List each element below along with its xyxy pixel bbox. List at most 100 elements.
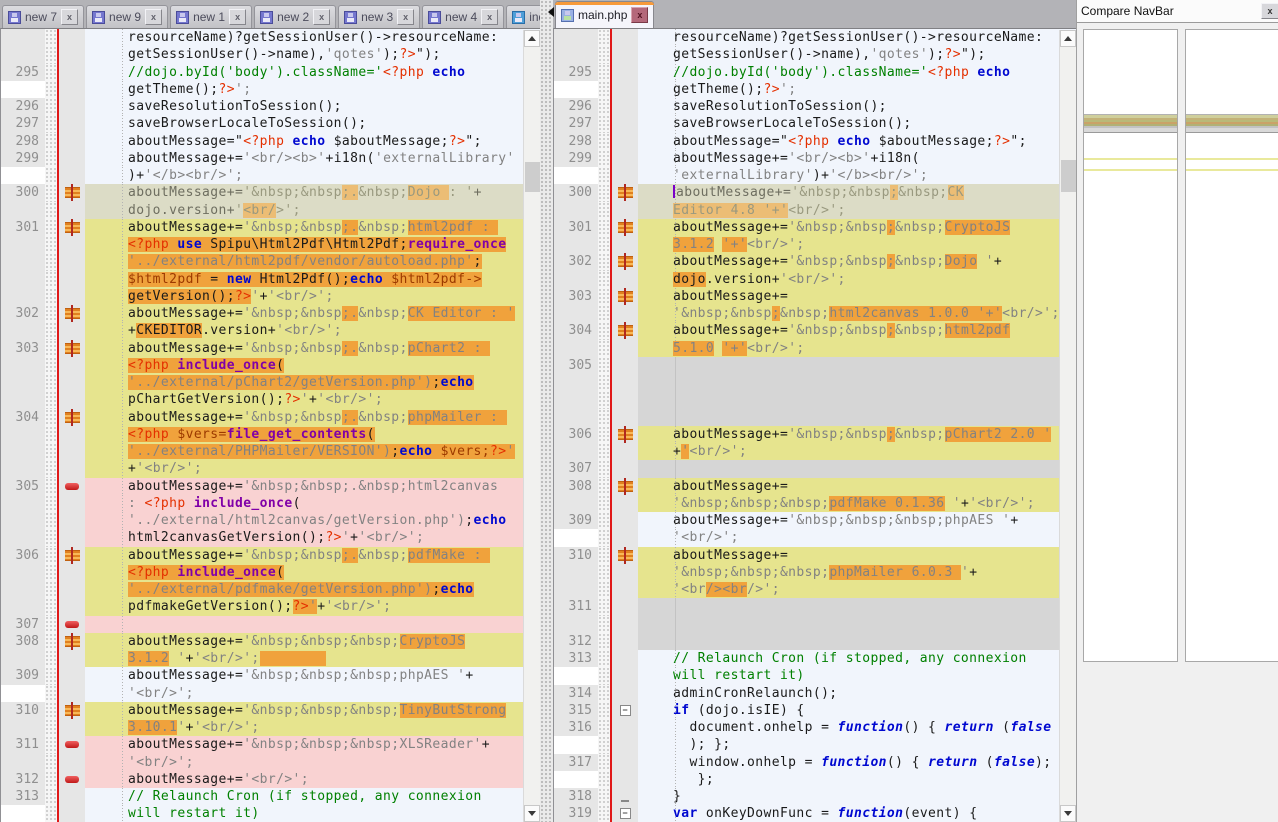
code-text[interactable]: adminCronRelaunch(); (638, 685, 1059, 702)
code-text[interactable] (638, 598, 1059, 615)
scrollbar-thumb[interactable] (525, 162, 540, 192)
code-text[interactable]: '&nbsp;&nbsp;&nbsp;phpMailer 6.0.3 '+ (638, 564, 1059, 581)
left-vertical-scrollbar[interactable] (523, 30, 540, 822)
code-text[interactable]: '<br/>'; (85, 685, 523, 702)
code-text[interactable]: aboutMessage+='&nbsp;&nbsp;.&nbsp;html2p… (85, 219, 523, 236)
code-text[interactable]: aboutMessage+='&nbsp;&nbsp;&nbsp;html2pd… (638, 322, 1059, 339)
tab-main-php[interactable]: main.phpx (555, 1, 654, 28)
tab-close-icon[interactable]: x (481, 9, 498, 25)
code-text[interactable]: getVersion();?>'+'<br/>'; (85, 288, 523, 305)
fold-collapse-icon[interactable]: − (620, 808, 631, 819)
code-text[interactable]: )+'</b><br/>'; (85, 167, 523, 184)
close-icon[interactable]: x (1261, 3, 1278, 19)
code-text[interactable]: //dojo.byId('body').className='<?php ech… (638, 64, 1059, 81)
code-text[interactable]: <?php include_once( (85, 564, 523, 581)
code-text[interactable]: saveResolutionToSession(); (85, 98, 523, 115)
code-text[interactable]: will restart it) (85, 805, 523, 822)
code-text[interactable]: dojo.version+'<br/>'; (638, 271, 1059, 288)
code-text[interactable]: aboutMessage+='&nbsp;&nbsp;.&nbsp;Dojo :… (85, 184, 523, 201)
code-text[interactable]: window.onhelp = function() { return (fal… (638, 754, 1059, 771)
code-text[interactable]: '<br/><br/>'; (638, 581, 1059, 598)
tab-close-icon[interactable]: x (313, 9, 330, 25)
code-text[interactable]: dojo.version+'<br/>'; (85, 202, 523, 219)
scroll-up-button[interactable] (524, 30, 540, 47)
code-text[interactable]: resourceName)?getSessionUser()->resource… (85, 29, 523, 46)
code-text[interactable]: <?php $vers=file_get_contents( (85, 426, 523, 443)
code-text[interactable]: 3.1.2 '+'<br/>'; (85, 650, 523, 667)
code-text[interactable]: document.onhelp = function() { return (f… (638, 719, 1059, 736)
code-text[interactable]: }; (638, 771, 1059, 788)
code-text[interactable]: '../external/pdfmake/getVersion.php');ec… (85, 581, 523, 598)
code-text[interactable]: getSessionUser()->name),'qotes');?>"); (85, 46, 523, 63)
scrollbar-thumb[interactable] (1061, 160, 1076, 192)
code-text[interactable]: +'<br/>'; (85, 460, 523, 477)
code-text[interactable]: $html2pdf = new Html2Pdf();echo $html2pd… (85, 271, 523, 288)
code-text[interactable]: '../external/html2pdf/vendor/autoload.ph… (85, 253, 523, 270)
tab-close-icon[interactable]: x (145, 9, 162, 25)
code-text[interactable]: aboutMessage+= (638, 478, 1059, 495)
code-text[interactable]: 3.1.2 '+'<br/>'; (638, 236, 1059, 253)
code-text[interactable]: pdfmakeGetVersion();?>'+'<br/>'; (85, 598, 523, 615)
code-text[interactable]: : <?php include_once( (85, 495, 523, 512)
code-text[interactable] (638, 616, 1059, 633)
code-text[interactable]: 5.1.0 '+'<br/>'; (638, 340, 1059, 357)
code-text[interactable]: if (dojo.isIE) { (638, 702, 1059, 719)
code-text[interactable]: aboutMessage+='&nbsp;&nbsp;&nbsp;phpAES … (638, 512, 1059, 529)
minimap-column-left[interactable] (1083, 29, 1178, 662)
code-text[interactable]: '&nbsp;&nbsp;&nbsp;html2canvas 1.0.0 '+'… (638, 305, 1059, 322)
code-text[interactable]: will restart it) (638, 667, 1059, 684)
code-text[interactable]: getTheme();?>'; (638, 81, 1059, 98)
code-text[interactable]: Editor 4.8 '+'<br/>'; (638, 202, 1059, 219)
tab-new-7[interactable]: new 7x (2, 5, 84, 28)
code-text[interactable]: //dojo.byId('body').className='<?php ech… (85, 64, 523, 81)
code-text[interactable]: '../external/pChart2/getVersion.php');ec… (85, 374, 523, 391)
code-text[interactable]: aboutMessage="<?php echo $aboutMessage;?… (638, 133, 1059, 150)
code-text[interactable]: <?php include_once( (85, 357, 523, 374)
code-text[interactable]: '../external/html2canvas/getVersion.php'… (85, 512, 523, 529)
code-text[interactable]: } (638, 788, 1059, 805)
code-text[interactable] (85, 616, 523, 633)
code-text[interactable]: getSessionUser()->name),'qotes');?>"); (638, 46, 1059, 63)
fold-collapse-icon[interactable]: − (620, 705, 631, 716)
tab-close-icon[interactable]: x (397, 9, 414, 25)
code-text[interactable]: aboutMessage+='&nbsp;&nbsp;&nbsp;Dojo '+ (638, 253, 1059, 270)
code-text[interactable]: +CKEDITOR.version+'<br/>'; (85, 322, 523, 339)
code-text[interactable]: '<br/>'; (638, 529, 1059, 546)
tab-new-3[interactable]: new 3x (338, 5, 420, 28)
code-text[interactable]: 3.10.1'+'<br/>'; (85, 719, 523, 736)
code-text[interactable]: aboutMessage+='&nbsp;&nbsp;&nbsp;phpAES … (85, 667, 523, 684)
code-text[interactable]: aboutMessage+= (638, 547, 1059, 564)
code-text[interactable] (638, 391, 1059, 408)
code-text[interactable]: <?php use Spipu\Html2Pdf\Html2Pdf;requir… (85, 236, 523, 253)
code-text[interactable]: aboutMessage+='&nbsp;&nbsp;.&nbsp;phpMai… (85, 409, 523, 426)
code-text[interactable]: // Relaunch Cron (if stopped, any connex… (85, 788, 523, 805)
code-text[interactable]: aboutMessage+='&nbsp;&nbsp;&nbsp;CryptoJ… (85, 633, 523, 650)
minimap-column-right[interactable] (1185, 29, 1278, 662)
code-text[interactable]: saveBrowserLocaleToSession(); (85, 115, 523, 132)
scroll-down-button[interactable] (524, 805, 540, 822)
code-text[interactable] (638, 357, 1059, 374)
code-text[interactable]: aboutMessage+='&nbsp;&nbsp;.&nbsp;html2c… (85, 478, 523, 495)
code-text[interactable]: '../external/PHPMailer/VERSION');echo $v… (85, 443, 523, 460)
code-text[interactable] (638, 460, 1059, 477)
code-text[interactable]: aboutMessage="<?php echo $aboutMessage;?… (85, 133, 523, 150)
pane-splitter[interactable] (540, 0, 553, 822)
code-text[interactable]: aboutMessage+='<br/>'; (85, 771, 523, 788)
code-text[interactable]: aboutMessage+='<br/><b>'+i18n('externalL… (85, 150, 523, 167)
tab-close-icon[interactable]: x (631, 7, 648, 23)
code-text[interactable]: aboutMessage+='&nbsp;&nbsp;&nbsp;XLSRead… (85, 736, 523, 753)
scroll-up-button[interactable] (1060, 30, 1076, 47)
tab-close-icon[interactable]: x (229, 9, 246, 25)
code-text[interactable]: '<br/>'; (85, 754, 523, 771)
code-text[interactable]: ); }; (638, 736, 1059, 753)
code-text[interactable]: aboutMessage+='&nbsp;&nbsp;.&nbsp;CK Edi… (85, 305, 523, 322)
code-text[interactable]: resourceName)?getSessionUser()->resource… (638, 29, 1059, 46)
code-text[interactable]: aboutMessage+='&nbsp;&nbsp;.&nbsp;pdfMak… (85, 547, 523, 564)
code-text[interactable] (638, 374, 1059, 391)
right-vertical-scrollbar[interactable] (1059, 30, 1076, 822)
code-text[interactable] (638, 409, 1059, 426)
code-text[interactable]: '&nbsp;&nbsp;&nbsp;pdfMake 0.1.36 '+'<br… (638, 495, 1059, 512)
code-text[interactable]: aboutMessage+='<br/><b>'+i18n( (638, 150, 1059, 167)
scroll-down-button[interactable] (1060, 805, 1076, 822)
code-text[interactable]: aboutMessage+='&nbsp;&nbsp;&nbsp;TinyBut… (85, 702, 523, 719)
